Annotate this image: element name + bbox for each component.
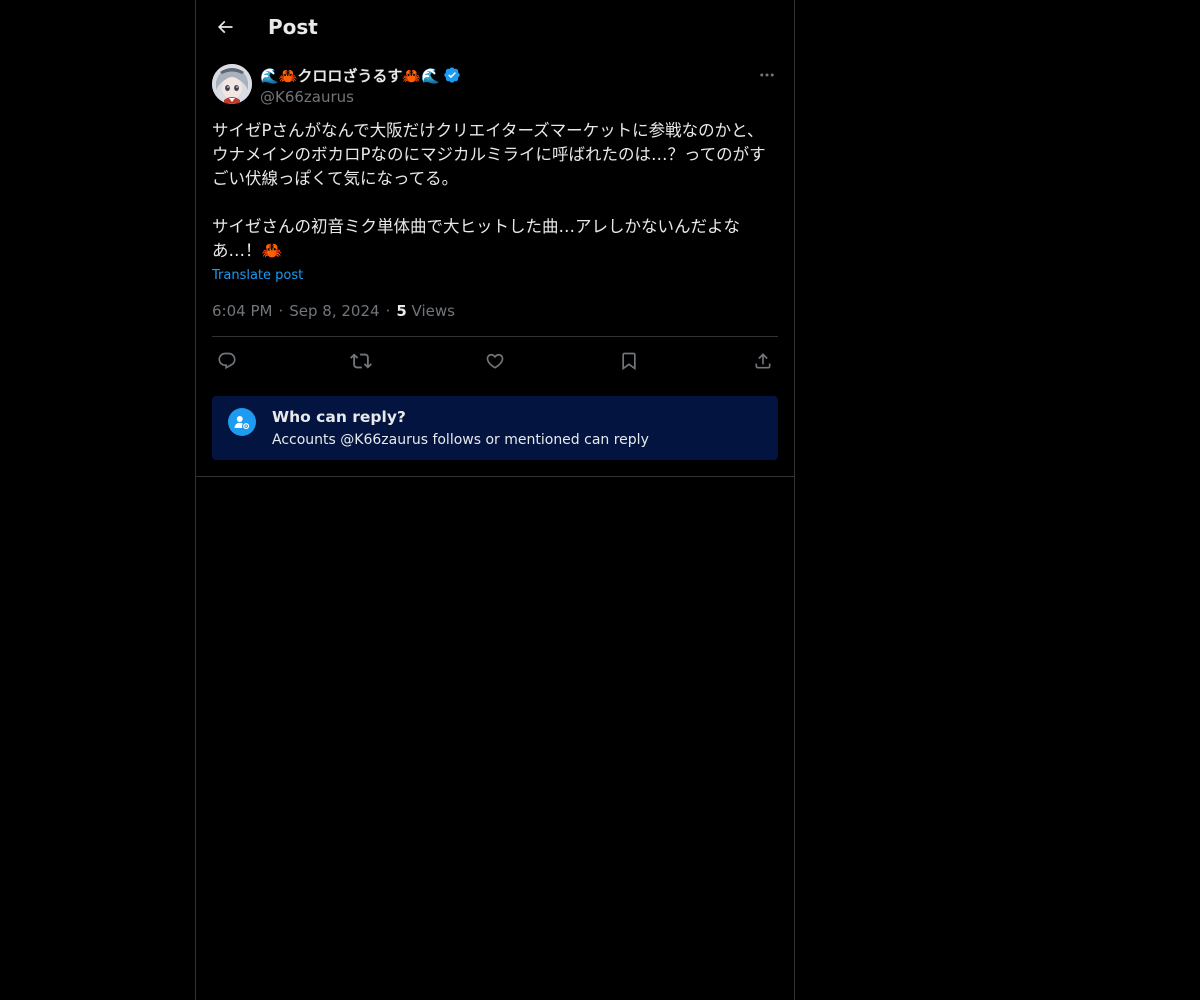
author-info: 🌊🦀クロロざうるす🦀🌊 @K66zaurus bbox=[260, 64, 461, 108]
more-dots-icon bbox=[760, 73, 774, 77]
page-title: Post bbox=[268, 15, 318, 39]
post-header: Post bbox=[196, 0, 794, 53]
avatar[interactable] bbox=[212, 64, 252, 104]
action-bar bbox=[212, 348, 778, 374]
divider bbox=[196, 476, 794, 477]
reply-restriction-title: Who can reply? bbox=[272, 408, 406, 426]
share-icon bbox=[755, 353, 771, 369]
like-icon bbox=[486, 353, 504, 369]
meta-separator: · bbox=[278, 302, 284, 320]
author-handle[interactable]: @K66zaurus bbox=[260, 87, 461, 107]
translate-post-link[interactable]: Translate post bbox=[212, 267, 303, 285]
views-count: 5 bbox=[396, 302, 407, 320]
back-button[interactable] bbox=[208, 10, 242, 44]
meta-separator: · bbox=[385, 302, 391, 320]
repost-icon bbox=[350, 353, 372, 369]
reply-restriction-icon-wrap bbox=[228, 408, 256, 436]
bookmark-button[interactable] bbox=[616, 348, 642, 374]
more-options-button[interactable] bbox=[756, 64, 778, 86]
bookmark-icon bbox=[622, 352, 636, 371]
post-date[interactable]: Sep 8, 2024 bbox=[289, 302, 379, 320]
post-meta: 6:04 PM · Sep 8, 2024 · 5 Views bbox=[212, 301, 455, 321]
post-text: サイゼPさんがなんで大阪だけクリエイターズマーケットに参戦なのかと、ウナメインの… bbox=[212, 121, 766, 260]
post-time[interactable]: 6:04 PM bbox=[212, 302, 272, 320]
reply-button[interactable] bbox=[214, 348, 240, 374]
like-button[interactable] bbox=[482, 348, 508, 374]
display-name[interactable]: 🌊🦀クロロざうるす🦀🌊 bbox=[260, 65, 440, 86]
reply-restriction-box: Who can reply? Accounts @K66zaurus follo… bbox=[212, 396, 778, 460]
repost-button[interactable] bbox=[348, 348, 374, 374]
divider bbox=[212, 336, 778, 337]
verified-badge-icon[interactable] bbox=[443, 66, 461, 84]
share-button[interactable] bbox=[750, 348, 776, 374]
main-column: Post 🌊🦀クロロざうるす🦀🌊 @K66zaurus サイゼPさんがなんで大阪… bbox=[195, 0, 795, 1000]
arrow-left-icon bbox=[217, 20, 233, 34]
reply-restriction-subtitle: Accounts @K66zaurus follows or mentioned… bbox=[272, 432, 649, 448]
reply-icon bbox=[218, 352, 236, 370]
user-mention-icon bbox=[234, 416, 250, 430]
display-name-row: 🌊🦀クロロざうるす🦀🌊 bbox=[260, 64, 461, 86]
views-label: Views bbox=[411, 302, 455, 320]
avatar-image bbox=[212, 64, 252, 104]
